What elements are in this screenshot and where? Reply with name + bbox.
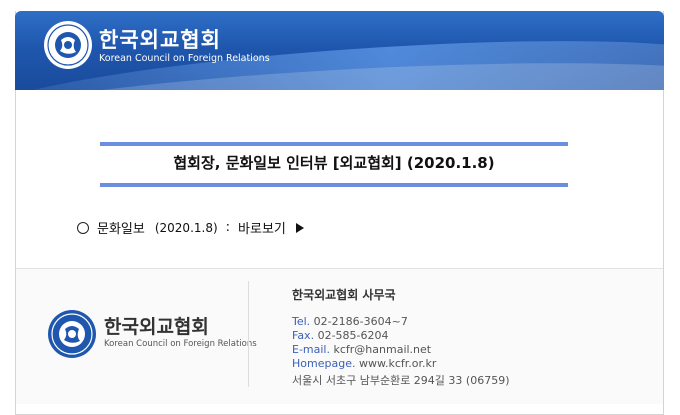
header-org-name-en: Korean Council on Foreign Relations — [99, 53, 270, 64]
play-arrow-icon[interactable] — [295, 222, 304, 233]
title-top-bar — [100, 142, 568, 146]
title-bottom-bar — [100, 183, 568, 187]
footer: 한국외교협회 Korean Council on Foreign Relatio… — [16, 268, 663, 404]
tel-value: 02-2186-3604~7 — [313, 315, 408, 328]
address-line: 서울시 서초구 남부순환로 294길 33 (06759) — [292, 374, 510, 387]
tel-line: Tel. 02-2186-3604~7 — [292, 315, 408, 328]
fax-line: Fax. 02-585-6204 — [292, 329, 389, 342]
footer-org-name: 한국외교협회 — [104, 316, 209, 338]
view-link[interactable]: 바로보기 — [238, 218, 286, 237]
header-banner: 한국외교협회 Korean Council on Foreign Relatio… — [15, 11, 664, 90]
article-title-box: 협회장, 문화일보 인터뷰 [외교협회] (2020.1.8) — [100, 142, 568, 187]
article-title: 협회장, 문화일보 인터뷰 [외교협회] (2020.1.8) — [173, 154, 495, 172]
kcfr-footer-emblem-icon — [48, 310, 96, 358]
office-name: 한국외교협회 사무국 — [292, 288, 396, 302]
email-line: E-mail. kcfr@hanmail.net — [292, 343, 431, 356]
homepage-line: Homepage. www.kcfr.or.kr — [292, 357, 436, 370]
link-source: 문화일보 — [97, 222, 145, 237]
kcfr-emblem-icon — [44, 21, 92, 69]
bullet-circle-icon — [77, 221, 89, 234]
fax-value: 02-585-6204 — [317, 329, 389, 342]
footer-divider — [248, 281, 249, 387]
tel-label: Tel. — [292, 315, 311, 328]
header-org-name: 한국외교협회 — [99, 28, 221, 52]
homepage-value[interactable]: www.kcfr.or.kr — [359, 357, 436, 370]
article-link[interactable]: 문화일보 (2020.1.8) : 바로보기 — [77, 218, 304, 237]
link-separator: : — [225, 220, 231, 235]
email-label: E-mail. — [292, 343, 330, 356]
email-value[interactable]: kcfr@hanmail.net — [333, 343, 431, 356]
footer-org-name-en: Korean Council on Foreign Relations — [104, 339, 257, 349]
link-date: (2020.1.8) — [154, 220, 218, 235]
fax-label: Fax. — [292, 329, 315, 342]
homepage-label: Homepage. — [292, 357, 356, 370]
